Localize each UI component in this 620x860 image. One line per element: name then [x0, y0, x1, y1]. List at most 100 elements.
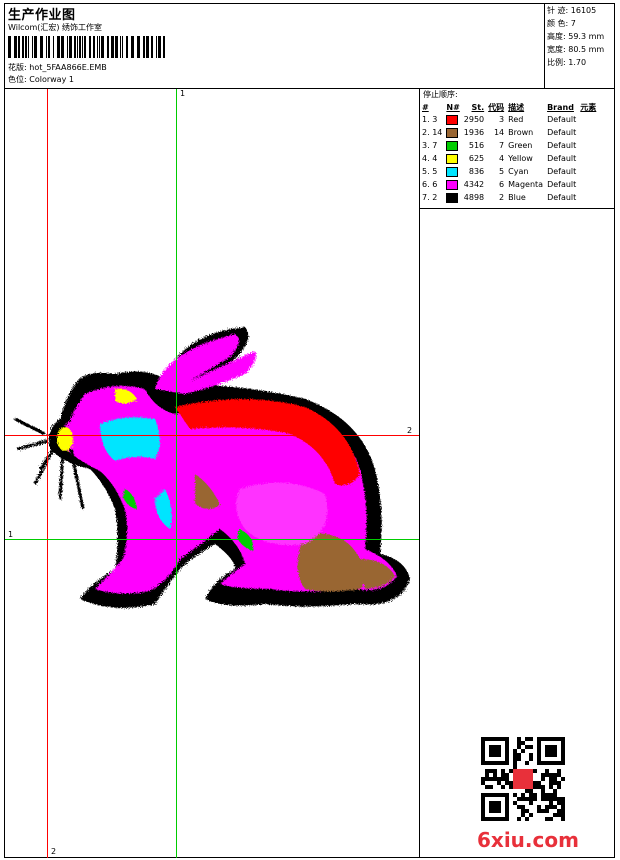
- row-brand: Default: [547, 193, 577, 202]
- row-stitches: 1936: [463, 128, 485, 137]
- table-row: 4. 4 625 4 Yellow Default: [420, 152, 598, 165]
- guide-v2-label: 2: [51, 847, 57, 856]
- guide-v1-label: 1: [180, 89, 186, 98]
- row-stitches: 2950: [463, 115, 485, 124]
- row-brand: Default: [547, 180, 577, 189]
- color-swatch: [446, 127, 459, 138]
- row-index: 4. 4: [422, 154, 438, 163]
- row-code: 5: [499, 167, 505, 176]
- barcode: [8, 36, 165, 58]
- row-description: Brown: [508, 128, 534, 137]
- row-index: 3. 7: [422, 141, 438, 150]
- stats-divider: [544, 3, 545, 89]
- row-element: [578, 178, 598, 191]
- row-brand: Default: [547, 141, 577, 150]
- row-swatch: [444, 165, 461, 178]
- row-description: Cyan: [508, 167, 529, 176]
- row-description: Magenta: [508, 180, 544, 189]
- row-description: Yellow: [508, 154, 533, 163]
- col-header-stitches: St.: [471, 102, 485, 112]
- file-info: 花版: hot_5FAA866E.EMB: [8, 62, 107, 73]
- rabbit-design: [14, 327, 410, 608]
- col-header-index: #: [422, 102, 429, 112]
- row-code: 6: [499, 180, 505, 189]
- color-swatch: [446, 192, 459, 203]
- color-swatch: [446, 153, 459, 164]
- row-index: 7. 2: [422, 193, 438, 202]
- row-index: 6. 6: [422, 180, 438, 189]
- row-swatch: [444, 139, 461, 152]
- row-element: [578, 113, 598, 126]
- design-height: 高度: 59.3 mm: [547, 32, 605, 41]
- table-header-row: # N# St. 代码 描述 Brand 元素: [420, 101, 598, 113]
- col-header-needle: N#: [446, 102, 460, 112]
- design-stats: 针 迹: 16105 颜 色: 7 高度: 59.3 mm 宽度: 80.5 m…: [547, 5, 604, 70]
- row-index: 5. 5: [422, 167, 438, 176]
- embroidery-preview: [14, 327, 410, 608]
- col-header-description: 描述: [508, 102, 525, 112]
- row-code: 7: [499, 141, 505, 150]
- row-brand: Default: [547, 167, 577, 176]
- row-swatch: [444, 191, 461, 204]
- site-watermark: 6xiu.com: [477, 828, 579, 852]
- col-header-element: 元素: [580, 102, 597, 112]
- row-index: 2. 14: [422, 128, 443, 137]
- guide-h1-label: 1: [8, 530, 14, 539]
- color-swatch: [446, 166, 459, 177]
- company-name: Wilcom(汇宏) 绣饰工作室: [8, 23, 103, 32]
- file-label: 花版:: [8, 63, 27, 72]
- row-element: [578, 191, 598, 204]
- row-swatch: [444, 178, 461, 191]
- table-row: 1. 3 2950 3 Red Default: [420, 113, 598, 126]
- guide-vertical-2: [47, 89, 48, 858]
- row-swatch: [444, 113, 461, 126]
- color-count: 颜 色: 7: [547, 19, 576, 28]
- row-element: [578, 126, 598, 139]
- page-title: 生产作业图: [8, 8, 76, 23]
- row-description: Blue: [508, 193, 526, 202]
- table-row: 6. 6 4342 6 Magenta Default: [420, 178, 598, 191]
- table-row: 7. 2 4898 2 Blue Default: [420, 191, 598, 204]
- colorway-name: Colorway 1: [29, 75, 74, 84]
- row-stitches: 836: [468, 167, 485, 176]
- row-code: 2: [499, 193, 505, 202]
- qr-code: [481, 737, 565, 821]
- design-scale: 比例: 1.70: [547, 58, 587, 67]
- row-index: 1. 3: [422, 115, 438, 124]
- row-brand: Default: [547, 154, 577, 163]
- table-row: 5. 5 836 5 Cyan Default: [420, 165, 598, 178]
- colorway-label: 色位:: [8, 75, 27, 84]
- colorway-info: 色位: Colorway 1: [8, 74, 74, 85]
- row-swatch: [444, 126, 461, 139]
- row-brand: Default: [547, 115, 577, 124]
- stop-table-divider: [419, 208, 615, 209]
- row-stitches: 625: [468, 154, 485, 163]
- row-swatch: [444, 152, 461, 165]
- col-header-brand: Brand: [547, 102, 574, 112]
- row-code: 3: [499, 115, 505, 124]
- color-swatch: [446, 114, 459, 125]
- row-element: [578, 152, 598, 165]
- guide-vertical-1: [176, 89, 177, 858]
- guide-h2-label: 2: [407, 426, 413, 435]
- row-stitches: 4898: [463, 193, 485, 202]
- row-element: [578, 139, 598, 152]
- row-description: Red: [508, 115, 524, 124]
- design-width: 宽度: 80.5 mm: [547, 45, 605, 54]
- row-element: [578, 165, 598, 178]
- stop-sequence-title: 停止顺序:: [423, 90, 458, 99]
- row-stitches: 516: [468, 141, 485, 150]
- color-swatch: [446, 179, 459, 190]
- table-row: 3. 7 516 7 Green Default: [420, 139, 598, 152]
- stop-sequence-table: # N# St. 代码 描述 Brand 元素 1. 3 2950 3 Red Defa…: [420, 101, 598, 204]
- color-swatch: [446, 140, 459, 151]
- row-stitches: 4342: [463, 180, 485, 189]
- row-code: 4: [499, 154, 505, 163]
- col-header-code: 代码: [488, 102, 505, 112]
- stitch-count: 针 迹: 16105: [547, 6, 597, 15]
- row-brand: Default: [547, 128, 577, 137]
- guide-horizontal-2: [5, 435, 419, 436]
- file-name: hot_5FAA866E.EMB: [29, 63, 107, 72]
- guide-horizontal-1: [5, 539, 419, 540]
- row-description: Green: [508, 141, 533, 150]
